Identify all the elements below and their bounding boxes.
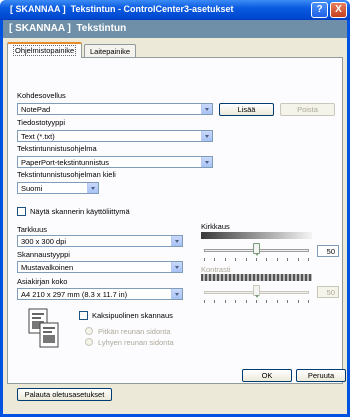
slider-tick — [297, 258, 299, 261]
brightness-slider-thumb[interactable] — [252, 243, 260, 256]
add-button[interactable]: Lisää — [219, 103, 274, 116]
tab-software-button[interactable]: Ohjelmistopainike — [7, 42, 83, 58]
ocr-language-label: Tekstintunnistusohjelman kieli — [17, 170, 116, 179]
file-type-label: Tiedostotyyppi — [17, 118, 66, 127]
tab-device-button[interactable]: Laitepainike — [84, 44, 137, 58]
header-band: [ SKANNAA ] Tekstintun — [3, 20, 347, 38]
show-ui-checkbox[interactable] — [17, 207, 26, 216]
slider-tick — [308, 300, 309, 303]
scan-type-value: Mustavalkoinen — [21, 263, 74, 272]
slider-tick — [308, 258, 309, 261]
brightness-ticks — [204, 258, 309, 261]
resolution-value: 300 x 300 dpi — [21, 237, 67, 246]
duplex-label: Kaksipuolinen skannaus — [92, 311, 173, 320]
ocr-program-label: Tekstintunnistusohjelma — [17, 144, 97, 153]
file-type-value: Text (*.txt) — [21, 132, 55, 141]
ocr-program-value: PaperPort-tekstintunnistus — [21, 158, 109, 167]
slider-tick — [287, 258, 289, 261]
chevron-down-icon — [171, 236, 182, 246]
brightness-gradient-bar — [201, 232, 312, 239]
contrast-label: Kontrasti — [201, 265, 231, 274]
slider-tick — [224, 258, 226, 261]
slider-tick — [214, 300, 216, 303]
chevron-down-icon — [171, 289, 182, 299]
ocr-language-select[interactable]: Suomi — [17, 182, 99, 194]
file-type-select[interactable]: Text (*.txt) — [17, 130, 213, 142]
dialog-window: [ SKANNAA ] Tekstintun - ControlCenter3-… — [0, 0, 350, 417]
slider-tick — [235, 300, 237, 303]
tab-label: Laitepainike — [90, 47, 131, 56]
help-button[interactable]: ? — [311, 2, 328, 18]
brightness-label: Kirkkaus — [201, 222, 230, 231]
remove-button[interactable]: Poista — [280, 103, 335, 116]
slider-tick — [224, 300, 226, 303]
slider-tick — [276, 258, 278, 261]
slider-tick — [256, 258, 257, 261]
close-button[interactable]: X — [330, 2, 347, 18]
resolution-label: Tarkkuus — [17, 225, 48, 234]
doc-size-label: Asiakirjan koko — [17, 277, 68, 286]
doc-size-select[interactable]: A4 210 x 297 mm (8.3 x 11.7 in) — [17, 288, 183, 300]
target-app-value: NotePad — [21, 105, 51, 114]
chevron-down-icon — [201, 104, 212, 114]
slider-tick — [256, 300, 257, 303]
chevron-down-icon — [171, 262, 182, 272]
target-app-label: Kohdesovellus — [17, 91, 66, 100]
scan-type-label: Skannaustyyppi — [17, 250, 70, 259]
slider-tick — [287, 300, 289, 303]
chevron-down-icon — [201, 157, 212, 167]
ocr-program-select[interactable]: PaperPort-tekstintunnistus — [17, 156, 213, 168]
ocr-language-value: Suomi — [21, 184, 43, 193]
title-bar[interactable]: [ SKANNAA ] Tekstintun - ControlCenter3-… — [0, 0, 350, 20]
contrast-value[interactable]: 50 — [317, 286, 339, 298]
contrast-pattern-bar — [201, 274, 312, 281]
restore-defaults-button[interactable]: Palauta oletusasetukset — [17, 388, 112, 401]
brightness-value[interactable]: 50 — [317, 245, 339, 257]
contrast-ticks — [204, 300, 309, 303]
tab-label: Ohjelmistopainike — [13, 45, 77, 56]
duplex-pages-icon — [28, 308, 59, 348]
slider-tick — [297, 300, 299, 303]
resolution-select[interactable]: 300 x 300 dpi — [17, 235, 183, 247]
cancel-button[interactable]: Peruuta — [296, 369, 346, 382]
slider-tick — [204, 300, 205, 303]
short-edge-label: Lyhyen reunan sidonta — [98, 338, 174, 347]
chevron-down-icon — [201, 131, 212, 141]
slider-tick — [266, 300, 268, 303]
dialog-client: [ SKANNAA ] Tekstintun Ohjelmistopainike… — [3, 20, 347, 414]
chevron-down-icon — [87, 183, 98, 193]
long-edge-label: Pitkän reunan sidonta — [98, 327, 171, 336]
slider-tick — [235, 258, 237, 261]
target-app-select[interactable]: NotePad — [17, 103, 213, 115]
duplex-checkbox[interactable] — [79, 311, 88, 320]
slider-tick — [266, 258, 268, 261]
slider-tick — [245, 300, 247, 303]
slider-tick — [204, 258, 205, 261]
doc-size-value: A4 210 x 297 mm (8.3 x 11.7 in) — [21, 290, 128, 299]
show-ui-label: Näytä skannerin käyttöliittymä — [30, 207, 130, 216]
tab-panel: Kohdesovellus NotePad Lisää Poista Tiedo… — [7, 57, 343, 401]
contrast-slider-thumb[interactable] — [252, 285, 260, 298]
window-title: [ SKANNAA ] Tekstintun - ControlCenter3-… — [10, 4, 234, 14]
ok-button[interactable]: OK — [242, 369, 292, 382]
short-edge-radio[interactable] — [85, 338, 93, 346]
scan-type-select[interactable]: Mustavalkoinen — [17, 261, 183, 273]
slider-tick — [245, 258, 247, 261]
long-edge-radio[interactable] — [85, 327, 93, 335]
header-title: [ SKANNAA ] Tekstintun — [9, 23, 127, 34]
slider-tick — [276, 300, 278, 303]
slider-tick — [214, 258, 216, 261]
